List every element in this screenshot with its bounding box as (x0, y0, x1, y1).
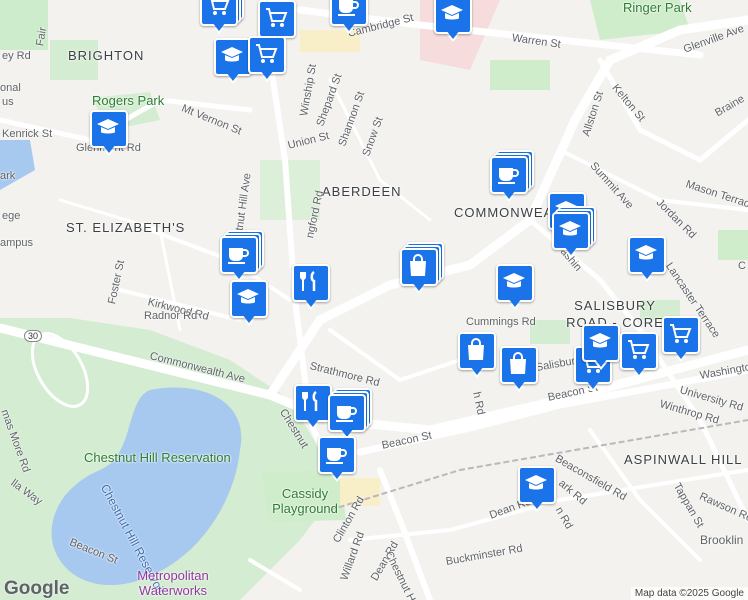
street-label: ark (0, 170, 16, 182)
education-pin[interactable] (552, 206, 596, 258)
shopping-bag-pin[interactable] (458, 332, 496, 378)
street-label: Brooklin (700, 533, 744, 547)
education-icon (441, 5, 463, 20)
street-label: us (2, 96, 14, 108)
coffee-pin[interactable] (328, 388, 372, 440)
education-icon (503, 273, 525, 288)
park-label: Rogers Park (92, 93, 165, 108)
street-label: ege (2, 210, 21, 222)
education-icon (525, 475, 547, 490)
education-icon (97, 119, 119, 134)
map-canvas[interactable]: BRIGHTON ABERDEEN ST. ELIZABETH'S COMMON… (0, 0, 748, 600)
education-pin[interactable] (496, 264, 534, 310)
coffee-icon (336, 406, 357, 422)
coffee-pin[interactable] (490, 150, 534, 202)
shopping-bag-pin[interactable] (500, 346, 538, 392)
shopping-cart-icon (266, 8, 288, 27)
shopping-cart-pin[interactable] (200, 0, 244, 34)
education-pin[interactable] (90, 110, 128, 156)
street-label: ampus (0, 237, 34, 249)
neighborhood-label: ST. ELIZABETH'S (66, 220, 186, 235)
shopping-cart-icon (670, 324, 692, 343)
pond (0, 140, 35, 190)
park-label: Chestnut Hill Reservation (84, 450, 231, 465)
education-pin[interactable] (518, 466, 556, 512)
shopping-cart-icon (256, 44, 278, 63)
shopping-cart-pin[interactable] (662, 316, 700, 362)
street-label: ey Rd (2, 50, 31, 62)
park-label: Ringer Park (623, 0, 692, 15)
street-label: onal (0, 82, 21, 94)
street-label: Kenrick St (2, 128, 53, 140)
education-pin[interactable] (434, 0, 472, 42)
education-pin[interactable] (582, 324, 620, 370)
shopping-bag-icon (410, 254, 426, 276)
education-icon (635, 245, 657, 260)
coffee-icon (326, 448, 347, 464)
coffee-pin[interactable] (318, 436, 356, 482)
restaurant-pin[interactable] (292, 264, 330, 310)
restaurant-icon (300, 270, 316, 291)
coffee-icon (338, 0, 359, 16)
street-label: C (738, 260, 746, 272)
education-icon (221, 47, 243, 62)
restaurant-pin[interactable] (294, 384, 332, 430)
street-label: Radnor Rd (144, 310, 198, 322)
neighborhood-label: ABERDEEN (322, 184, 402, 199)
shopping-bag-pin[interactable] (400, 242, 444, 294)
green-area (490, 60, 550, 90)
neighborhood-label: BRIGHTON (68, 48, 145, 63)
shopping-bag-icon (468, 338, 484, 360)
shopping-cart-pin[interactable] (620, 332, 658, 378)
coffee-pin[interactable] (220, 230, 264, 282)
education-pin[interactable] (230, 280, 268, 326)
shopping-bag-icon (510, 352, 526, 374)
education-icon (237, 289, 259, 304)
street-label: 30 (24, 330, 43, 342)
neighborhood-label: ASPINWALL HILL (624, 452, 743, 467)
coffee-icon (228, 248, 249, 264)
google-logo: Google (4, 578, 70, 599)
shopping-cart-pin[interactable] (248, 36, 286, 82)
map-attribution[interactable]: Map data ©2025 Google (630, 587, 748, 600)
shopping-cart-icon (628, 340, 650, 359)
road (328, 78, 432, 222)
shopping-cart-icon (210, 0, 230, 15)
coffee-icon (498, 168, 519, 184)
education-pin[interactable] (214, 38, 252, 84)
education-icon (589, 333, 611, 348)
street-label: Cummings Rd (466, 316, 536, 328)
green-area (718, 230, 748, 260)
restaurant-icon (302, 390, 318, 411)
education-icon (559, 221, 581, 236)
park-label: Cassidy Playground (272, 486, 338, 516)
museum-label: Metropolitan Waterworks Museum (137, 568, 209, 600)
education-pin[interactable] (628, 236, 666, 282)
coffee-pin[interactable] (330, 0, 368, 34)
